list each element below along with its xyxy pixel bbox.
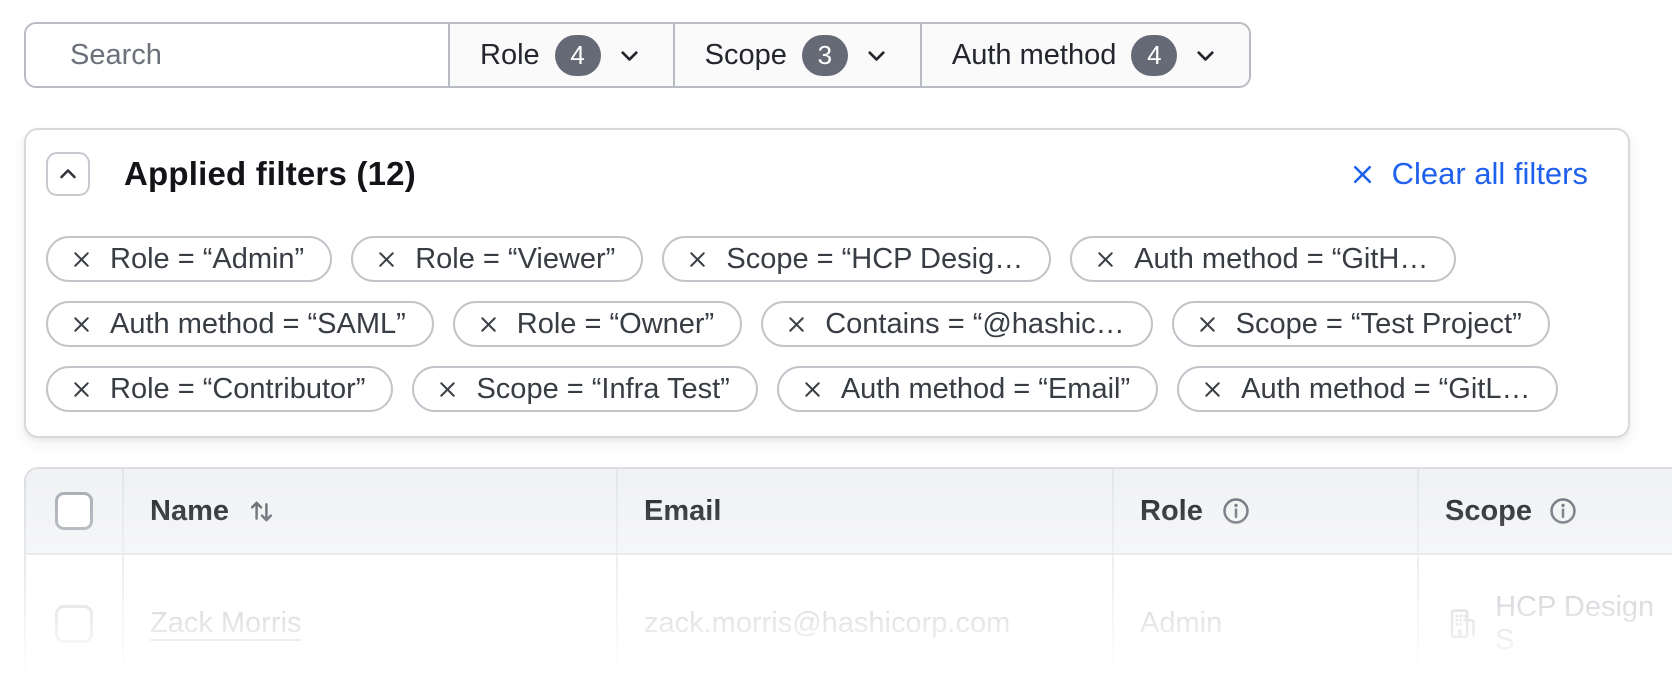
table-header-row: Name Email Role Scope <box>26 469 1672 555</box>
user-role: Admin <box>1140 607 1222 640</box>
applied-filters-panel: Applied filters (12) Clear all filters R… <box>24 128 1630 438</box>
clear-all-filters-button[interactable]: Clear all filters <box>1349 156 1588 192</box>
remove-filter-icon <box>1201 378 1224 401</box>
scope-cell: HCP Design S <box>1417 555 1672 690</box>
filter-chip[interactable]: Auth method = “Email” <box>777 366 1158 412</box>
remove-filter-icon <box>375 248 398 271</box>
user-email: zack.morris@hashicorp.com <box>644 607 1010 640</box>
filter-chip-label: Auth method = “GitH… <box>1134 243 1428 276</box>
name-cell: Zack Morris <box>122 555 616 690</box>
filter-chip[interactable]: Scope = “Infra Test” <box>412 366 757 412</box>
select-all-cell <box>26 469 122 553</box>
filter-chip[interactable]: Role = “Owner” <box>453 301 742 347</box>
remove-filter-icon <box>436 378 459 401</box>
info-icon[interactable] <box>1547 495 1579 527</box>
filter-chip-row: Role = “Contributor” Scope = “Infra Test… <box>46 366 1588 412</box>
filter-chip[interactable]: Auth method = “GitH… <box>1070 236 1456 282</box>
role-filter-count-badge: 4 <box>555 35 601 76</box>
auth-method-filter-dropdown[interactable]: Auth method 4 <box>920 24 1249 86</box>
auth-method-filter-label: Auth method <box>952 39 1116 72</box>
role-filter-dropdown[interactable]: Role 4 <box>448 24 673 86</box>
filter-bar: Role 4 Scope 3 Auth method 4 <box>24 22 1251 88</box>
filter-chip[interactable]: Role = “Admin” <box>46 236 332 282</box>
clear-all-filters-label: Clear all filters <box>1392 156 1588 192</box>
filter-chip-label: Contains = “@hashic… <box>825 308 1124 341</box>
filter-chip-row: Role = “Admin” Role = “Viewer” Scope = “… <box>46 236 1588 282</box>
select-all-checkbox[interactable] <box>55 492 93 530</box>
remove-filter-icon <box>477 313 500 336</box>
column-header-scope: Scope <box>1417 469 1672 553</box>
remove-filter-icon <box>1094 248 1117 271</box>
scope-filter-dropdown[interactable]: Scope 3 <box>673 24 920 86</box>
user-scope: HCP Design S <box>1495 591 1672 657</box>
column-header-role-label: Role <box>1140 495 1203 528</box>
sort-icon <box>246 496 277 527</box>
remove-filter-icon <box>1196 313 1219 336</box>
applied-filters-title: Applied filters (12) <box>124 155 416 193</box>
filter-chip-label: Scope = “Test Project” <box>1236 308 1522 341</box>
column-header-role: Role <box>1112 469 1417 553</box>
remove-filter-icon <box>70 248 93 271</box>
remove-filter-icon <box>686 248 709 271</box>
collapse-filters-button[interactable] <box>46 152 90 196</box>
filter-chip-label: Auth method = “GitL… <box>1241 373 1530 406</box>
role-filter-label: Role <box>480 39 540 72</box>
filter-chip[interactable]: Contains = “@hashic… <box>761 301 1152 347</box>
chevron-down-icon <box>616 42 643 69</box>
filter-chips: Role = “Admin” Role = “Viewer” Scope = “… <box>46 236 1588 412</box>
info-icon[interactable] <box>1220 495 1252 527</box>
column-header-name-label: Name <box>150 495 229 528</box>
filter-chip[interactable]: Auth method = “SAML” <box>46 301 434 347</box>
remove-filter-icon <box>801 378 824 401</box>
filter-chip-label: Role = “Contributor” <box>110 373 365 406</box>
filter-chip-label: Role = “Viewer” <box>415 243 615 276</box>
search-input[interactable] <box>70 39 447 72</box>
applied-filters-header: Applied filters (12) Clear all filters <box>46 152 1588 196</box>
filter-chip-label: Auth method = “Email” <box>841 373 1130 406</box>
filter-chip-label: Role = “Admin” <box>110 243 304 276</box>
auth-method-filter-count-badge: 4 <box>1131 35 1177 76</box>
organization-icon <box>1445 605 1480 642</box>
filter-chip-label: Role = “Owner” <box>517 308 714 341</box>
remove-filter-icon <box>785 313 808 336</box>
chevron-down-icon <box>1192 42 1219 69</box>
user-name-link[interactable]: Zack Morris <box>150 607 301 640</box>
remove-filter-icon <box>70 378 93 401</box>
row-select-cell <box>26 555 122 690</box>
column-header-email-label: Email <box>644 495 721 528</box>
search-box[interactable] <box>26 24 448 86</box>
row-checkbox[interactable] <box>55 605 93 643</box>
email-cell: zack.morris@hashicorp.com <box>616 555 1112 690</box>
filter-chip[interactable]: Role = “Contributor” <box>46 366 393 412</box>
column-header-name[interactable]: Name <box>122 469 616 553</box>
filter-chip-label: Scope = “Infra Test” <box>476 373 729 406</box>
filter-chip[interactable]: Auth method = “GitL… <box>1177 366 1558 412</box>
users-table: Name Email Role Scope <box>24 467 1672 690</box>
column-header-scope-label: Scope <box>1445 495 1532 528</box>
column-header-email: Email <box>616 469 1112 553</box>
filter-chip[interactable]: Scope = “Test Project” <box>1172 301 1550 347</box>
chevron-down-icon <box>863 42 890 69</box>
close-icon <box>1349 161 1376 188</box>
scope-filter-label: Scope <box>705 39 787 72</box>
table-row: Zack Morris zack.morris@hashicorp.com Ad… <box>26 555 1672 690</box>
remove-filter-icon <box>70 313 93 336</box>
scope-filter-count-badge: 3 <box>802 35 848 76</box>
filter-chip-label: Auth method = “SAML” <box>110 308 406 341</box>
filter-chip-row: Auth method = “SAML” Role = “Owner” Cont… <box>46 301 1588 347</box>
role-cell: Admin <box>1112 555 1417 690</box>
filter-chip[interactable]: Role = “Viewer” <box>351 236 643 282</box>
filter-chip-label: Scope = “HCP Desig… <box>726 243 1023 276</box>
chevron-up-icon <box>56 162 80 186</box>
filter-chip[interactable]: Scope = “HCP Desig… <box>662 236 1051 282</box>
